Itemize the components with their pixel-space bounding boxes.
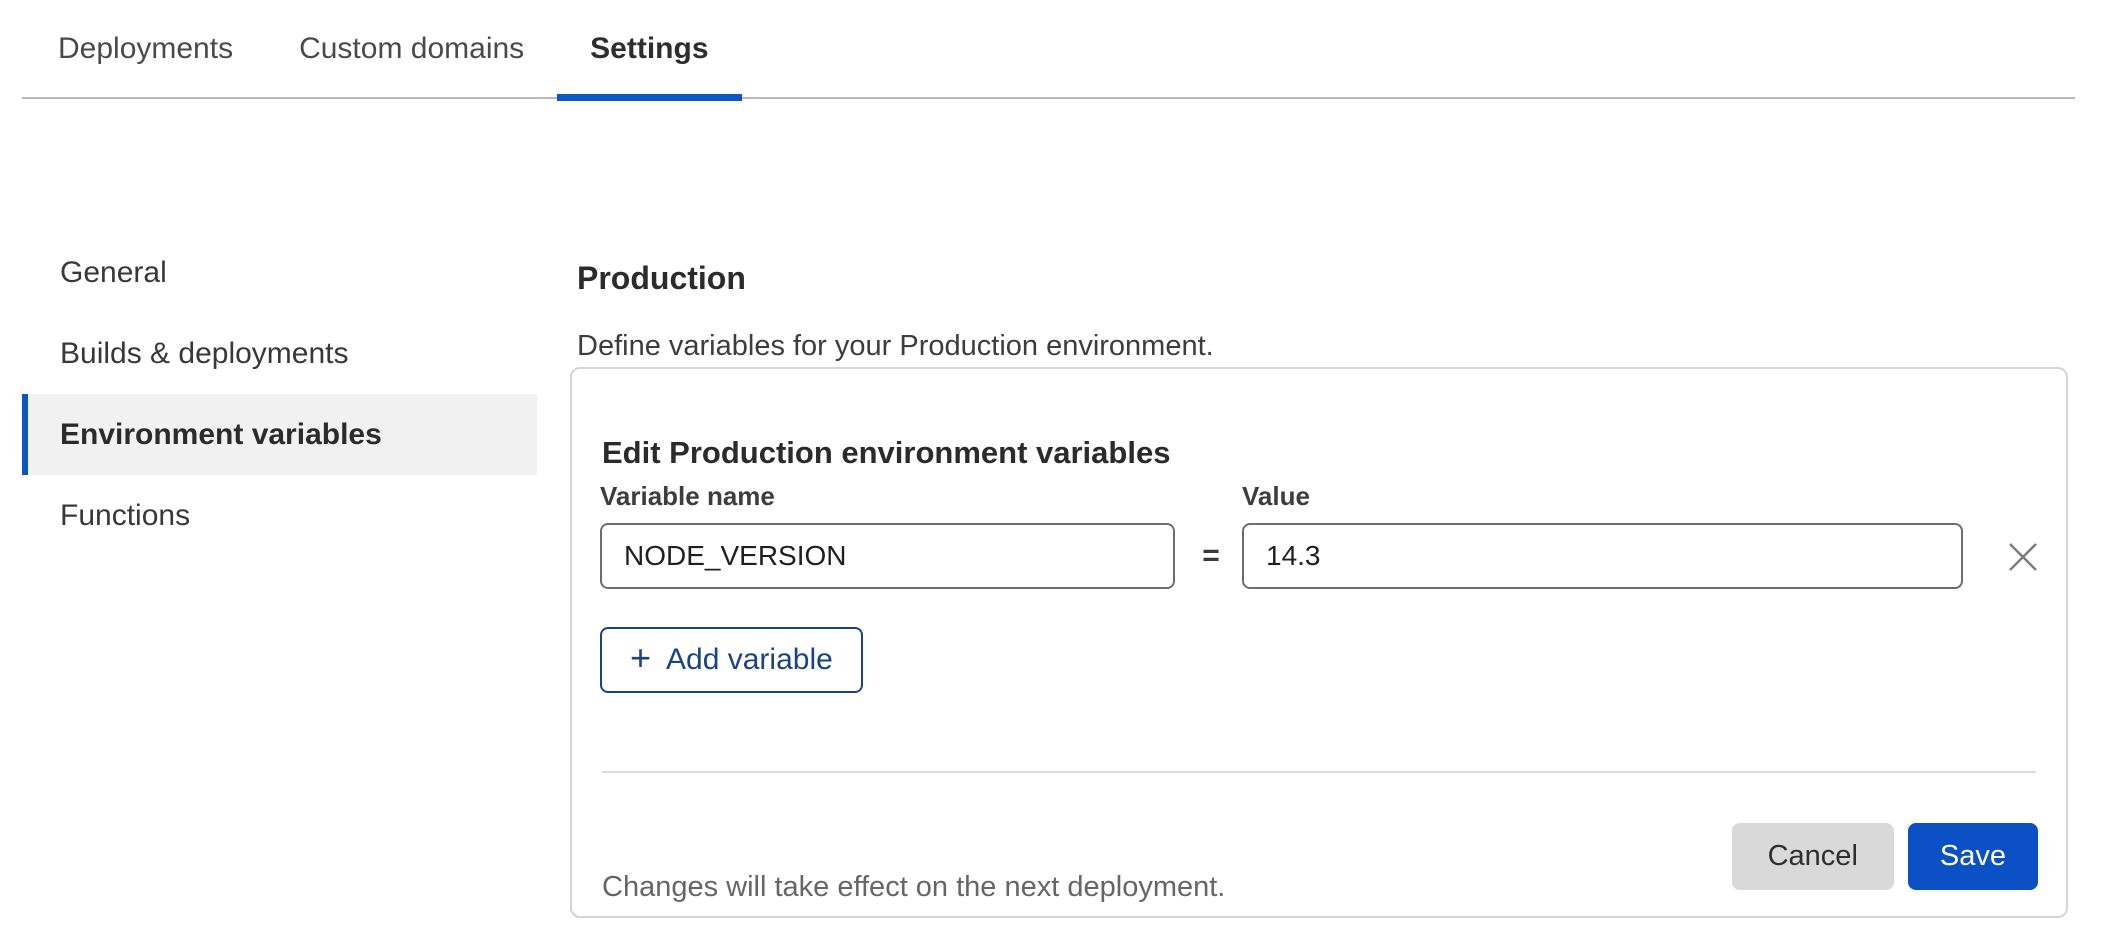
card-divider (602, 771, 2036, 773)
add-variable-label: Add variable (666, 643, 833, 677)
sidebar-item-general[interactable]: General (22, 232, 537, 313)
plus-icon: + (630, 640, 651, 676)
footer-actions: Cancel Save (1732, 823, 2038, 890)
variable-name-input[interactable] (600, 523, 1175, 589)
project-tab-bar: Deployments Custom domains Settings (22, 0, 2075, 99)
value-label: Value (1242, 481, 1310, 512)
page-description: Define variables for your Production env… (577, 330, 1214, 363)
cancel-button[interactable]: Cancel (1732, 823, 1894, 890)
sidebar-item-environment-variables[interactable]: Environment variables (22, 394, 537, 475)
card-title: Edit Production environment variables (602, 435, 1170, 471)
close-icon (2007, 541, 2039, 573)
sidebar-item-functions[interactable]: Functions (22, 475, 537, 556)
environment-variables-card: Edit Production environment variables Va… (570, 367, 2068, 918)
variable-value-input[interactable] (1242, 523, 1963, 589)
variable-name-label: Variable name (600, 481, 775, 512)
footer-note: Changes will take effect on the next dep… (602, 870, 1225, 904)
remove-variable-button[interactable] (2001, 535, 2045, 579)
sidebar-item-builds-deployments[interactable]: Builds & deployments (22, 313, 537, 394)
page-title: Production (577, 261, 746, 295)
equals-sign: = (1180, 523, 1242, 589)
settings-sidebar: General Builds & deployments Environment… (22, 232, 537, 556)
tab-settings[interactable]: Settings (557, 0, 741, 97)
save-button[interactable]: Save (1908, 823, 2038, 890)
tab-custom-domains[interactable]: Custom domains (266, 0, 557, 97)
add-variable-button[interactable]: + Add variable (600, 627, 863, 693)
tab-deployments[interactable]: Deployments (25, 0, 266, 97)
